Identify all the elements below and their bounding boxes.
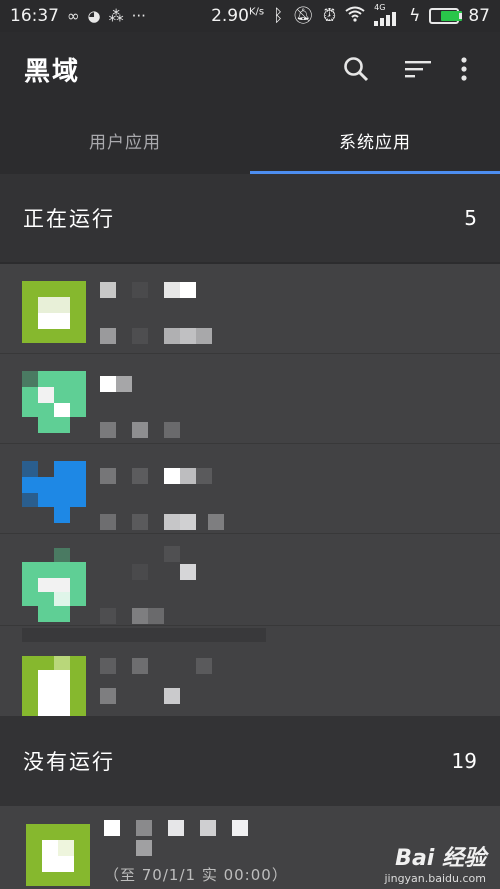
share-nodes-icon: ⁂ <box>108 7 124 25</box>
blur-bar <box>22 628 266 642</box>
watermark: Bai 经验 jingyan.baidu.com <box>384 840 486 885</box>
section-header-not-running[interactable]: 没有运行 19 <box>0 716 500 806</box>
watermark-url: jingyan.baidu.com <box>384 872 486 885</box>
list-item[interactable] <box>0 264 500 354</box>
tab-bar: 用户应用 系统应用 <box>0 106 500 174</box>
list-item[interactable] <box>0 354 500 444</box>
infinity-icon: ∞ <box>67 7 80 25</box>
list-item[interactable] <box>0 644 500 716</box>
section-running-count: 5 <box>464 206 477 230</box>
app-icon <box>22 371 86 433</box>
running-app-list <box>0 264 500 716</box>
signal-icon: 4G <box>374 4 400 28</box>
more-dots-icon: ··· <box>131 7 146 25</box>
tab-system-apps[interactable]: 系统应用 <box>250 106 500 174</box>
app-icon <box>22 656 86 716</box>
section-not-running-count: 19 <box>451 749 477 773</box>
app-title: 黑域 <box>24 56 81 87</box>
app-icon <box>22 548 86 622</box>
list-item[interactable] <box>0 534 500 626</box>
bluetooth-icon: ᛒ <box>273 6 284 26</box>
app-detail-text: （至 70/1/1 实 00:00） <box>104 866 288 884</box>
app-toolbar: 黑域 <box>0 32 500 106</box>
charging-icon: ϟ <box>409 6 421 26</box>
app-icon <box>26 824 90 886</box>
alarm-clock-icon: ⏰︎ <box>322 6 337 26</box>
list-item[interactable] <box>0 444 500 534</box>
search-icon[interactable] <box>336 49 376 89</box>
battery-icon <box>429 8 463 24</box>
section-header-running[interactable]: 正在运行 5 <box>0 174 500 262</box>
status-time: 16:37 <box>10 6 59 26</box>
section-running-label: 正在运行 <box>23 207 115 231</box>
section-not-running-label: 没有运行 <box>23 750 115 774</box>
circle-app-icon: ◕ <box>87 7 101 25</box>
not-running-app-list: （至 70/1/1 实 00:00） Bai 经验 jingyan.baidu.… <box>0 806 500 889</box>
sort-icon[interactable] <box>398 49 438 89</box>
more-vert-icon[interactable] <box>452 49 476 89</box>
battery-fill <box>441 11 462 21</box>
mute-bell-icon: 🔕︎ <box>292 6 314 26</box>
app-icon <box>22 281 86 343</box>
battery-percent: 87 <box>468 6 490 26</box>
status-bar: 16:37 ∞ ◕ ⁂ ··· 2.90K/s ᛒ 🔕︎ ⏰︎ 4G ϟ 87 <box>0 0 500 32</box>
network-speed: 2.90K/s <box>211 6 265 26</box>
wifi-icon <box>345 6 365 27</box>
app-icon <box>22 461 86 523</box>
watermark-brand: Bai 经验 <box>395 846 486 871</box>
tab-user-apps[interactable]: 用户应用 <box>0 106 250 174</box>
